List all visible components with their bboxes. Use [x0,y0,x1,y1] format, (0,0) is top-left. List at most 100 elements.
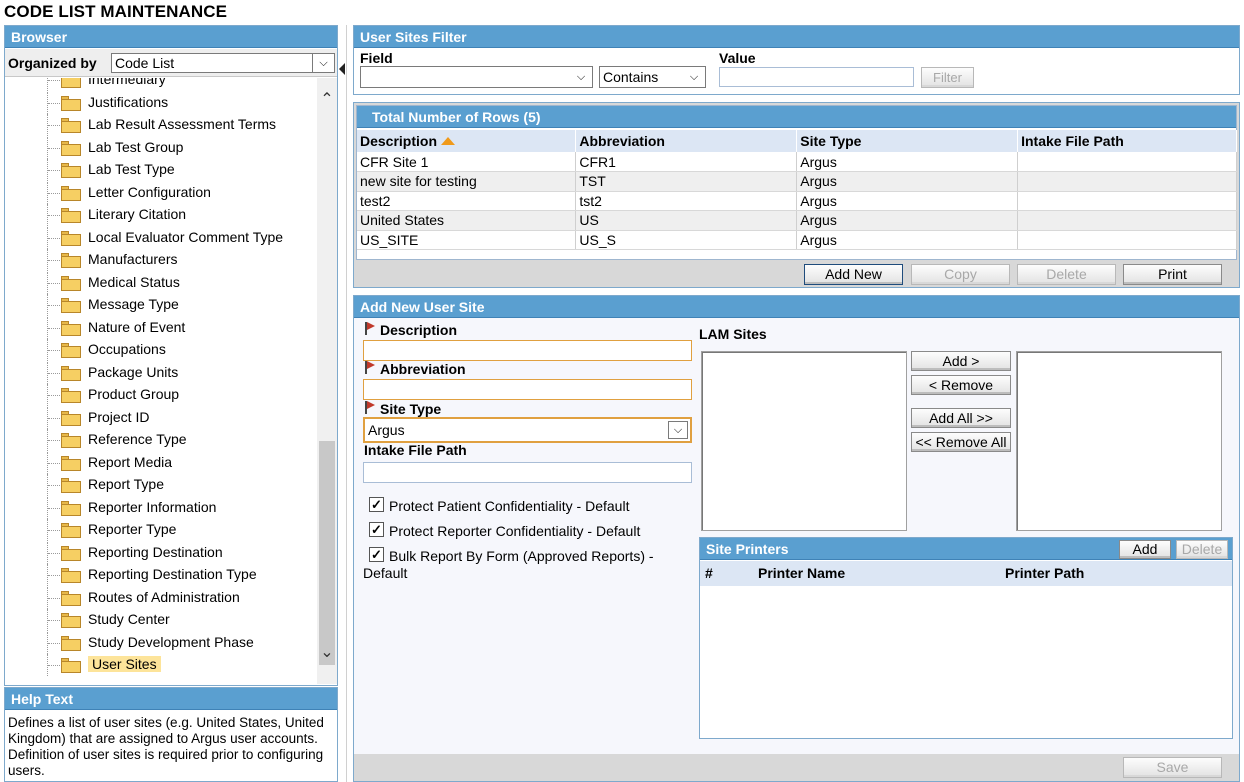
lam-add-all-button[interactable]: Add All >> [911,408,1011,428]
site-type-label: Site Type [380,401,442,417]
tree-item[interactable]: Lab Test Type [5,159,315,181]
abbreviation-input[interactable] [363,379,692,400]
protect-reporter-label: Protect Reporter Confidentiality - Defau… [389,523,641,539]
tree-item-label: Occupations [88,341,166,357]
table-cell: US_SITE [357,230,577,250]
tree-scrollbar[interactable]: ⌃ ⌄ [317,78,337,684]
scroll-down-icon[interactable]: ⌄ [317,643,337,663]
col-intake-file-path[interactable]: Intake File Path [1017,130,1237,152]
tree-item-label: Study Development Phase [88,633,254,650]
scroll-up-icon[interactable]: ⌃ [317,90,337,110]
tree-item[interactable]: Nature of Event [5,316,315,339]
site-type-select[interactable]: Argus ⌵ [363,417,692,443]
tree-item[interactable]: Local Evaluator Comment Type [5,226,315,249]
col-abbreviation[interactable]: Abbreviation [575,130,798,152]
lam-remove-button[interactable]: < Remove [911,375,1011,395]
tree-item[interactable]: Reporting Destination Type [5,564,315,586]
col-printer-name: Printer Name [758,565,846,581]
tree-item-label: Lab Test Group [88,138,184,155]
value-input[interactable] [719,67,914,87]
splitter[interactable] [339,25,347,782]
tree-connector [48,102,60,104]
tree-item[interactable]: Package Units [5,361,315,384]
add-new-button[interactable]: Add New [804,264,903,285]
tree-item[interactable]: Literary Citation [5,204,315,226]
organized-by-row: Organized by Code List ⌵ [5,49,337,77]
scrollbar-thumb[interactable] [319,441,335,665]
tree-connector [48,485,60,486]
tree-item[interactable]: Letter Configuration [5,181,315,204]
delete-button[interactable]: Delete [1017,264,1116,285]
table-cell: Argus [796,152,1019,172]
tree-item[interactable]: Routes of Administration [5,586,315,609]
folder-icon [61,343,81,358]
table-row[interactable]: test2 tst2 Argus [357,191,1237,211]
results-table: Description Abbreviation Site Type Intak… [357,130,1237,250]
print-button[interactable]: Print [1123,264,1222,285]
lam-remove-all-button[interactable]: << Remove All [911,432,1011,452]
tree-item[interactable]: Medical Status [5,271,315,294]
tree-item[interactable]: Reporter Type [5,519,315,541]
table-cell: US_S [575,230,798,250]
protect-patient-checkbox[interactable]: ✓ [369,497,384,512]
lam-add-button[interactable]: Add > [911,351,1011,371]
code-list-tree: Intermediary Justifications Lab Result Ass… [5,78,315,684]
tree-item[interactable]: Reporting Destination [5,541,315,564]
tree-item-label: Product Group [88,386,180,402]
table-row[interactable]: United States US Argus [357,210,1237,231]
tree-item[interactable]: Message Type [5,294,315,316]
copy-button[interactable]: Copy [911,264,1010,285]
table-row[interactable]: CFR Site 1 CFR1 Argus [357,152,1237,172]
tree-item[interactable]: Intermediary [5,78,315,91]
printer-delete-button[interactable]: Delete [1176,540,1228,559]
save-button[interactable]: Save [1123,757,1222,778]
col-number: # [705,565,713,581]
table-cell [1017,230,1237,250]
sort-ascending-icon [441,137,456,145]
lam-selected-list[interactable] [1016,351,1222,531]
filter-button[interactable]: Filter [921,67,974,88]
organized-by-select[interactable]: Code List ⌵ [111,53,335,73]
tree-item[interactable]: Reporter Information [5,496,315,519]
table-row[interactable]: new site for testing TST Argus [357,171,1237,192]
lam-available-list[interactable] [701,351,907,531]
folder-icon [61,365,81,381]
tree-item[interactable]: Reference Type [5,429,315,451]
tree-item-label: Reporting Destination Type [88,566,257,582]
tree-item-label: Report Media [88,453,173,470]
intake-file-path-input[interactable] [363,462,692,483]
description-input[interactable] [363,340,692,361]
tree-item[interactable]: Product Group [5,384,315,406]
col-site-type[interactable]: Site Type [796,130,1019,152]
folder-icon [61,298,81,313]
tree-item[interactable]: Justifications [5,91,315,114]
printer-add-button[interactable]: Add [1119,540,1171,559]
folder-icon [61,455,81,471]
tree-item[interactable]: Manufacturers [5,249,315,271]
tree-item[interactable]: Study Center [5,609,315,631]
tree-item[interactable]: Lab Test Group [5,136,315,159]
operator-select[interactable]: Contains ⌵ [599,66,706,88]
tree-connector [48,147,60,149]
tree-item[interactable]: Lab Result Assessment Terms [5,114,315,136]
tree-item[interactable]: Project ID [5,406,315,429]
table-row[interactable]: US_SITE US_S Argus [357,230,1237,250]
collapse-left-icon[interactable] [339,63,345,75]
tree-item[interactable]: Report Type [5,474,315,496]
tree-item[interactable]: Occupations [5,339,315,361]
table-cell: TST [575,171,798,192]
field-select[interactable]: ⌵ [360,66,593,88]
table-cell [1017,171,1237,192]
table-cell: Argus [796,210,1019,231]
bulk-report-checkbox[interactable]: ✓ [369,547,384,562]
chevron-down-icon: ⌵ [570,67,592,87]
protect-reporter-checkbox[interactable]: ✓ [369,522,384,537]
col-description[interactable]: Description [357,130,577,152]
tree-item[interactable]: Study Development Phase [5,631,315,654]
folder-icon [61,230,81,246]
tree-connector [48,170,60,171]
tree-item[interactable]: Report Media [5,451,315,474]
add-site-panel: Add New User Site Description Abbreviati… [353,295,1240,782]
tree-connector [48,305,60,306]
tree-item[interactable]: User Sites [5,654,315,676]
